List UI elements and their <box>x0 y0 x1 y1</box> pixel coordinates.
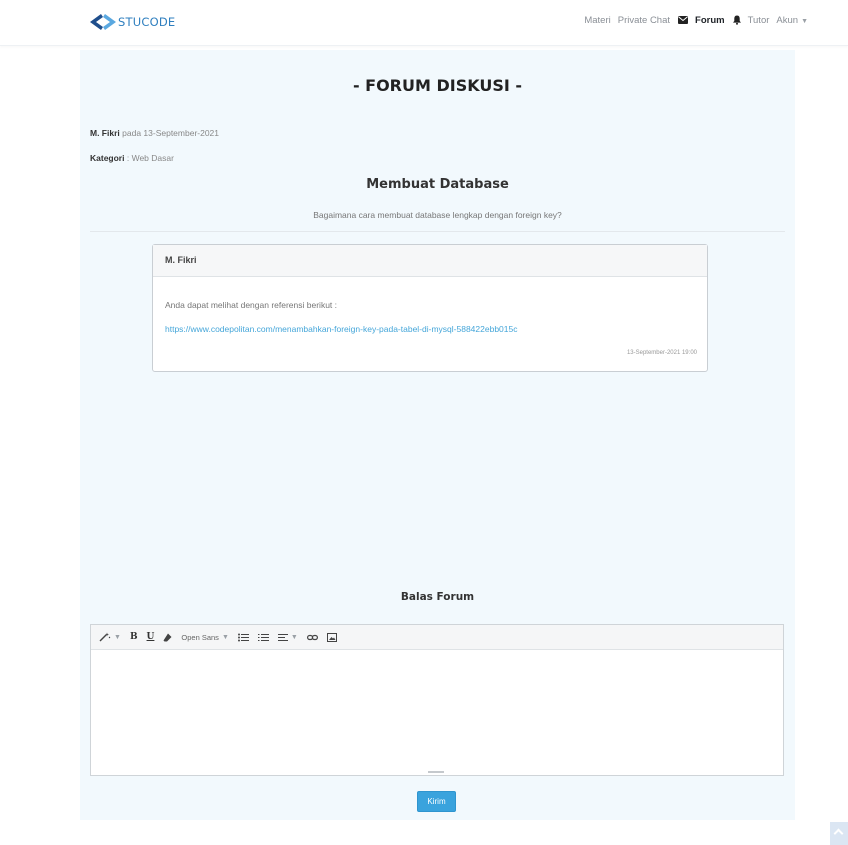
caret-down-icon: ▼ <box>290 633 298 641</box>
reply-card: M. Fikri Anda dapat melihat dengan refer… <box>152 244 708 372</box>
unordered-list-icon[interactable] <box>237 633 249 642</box>
thread-body: Bagaimana cara membuat database lengkap … <box>313 210 562 220</box>
caret-down-icon: ▼ <box>801 17 808 25</box>
nav-item-forum[interactable]: Forum <box>695 15 725 26</box>
image-icon[interactable] <box>326 632 337 642</box>
underline-button[interactable]: U <box>147 632 155 642</box>
bold-button[interactable]: B <box>130 632 138 642</box>
page-title: - FORUM DISKUSI - <box>352 76 523 95</box>
reply-form-title: Balas Forum <box>400 591 475 603</box>
thread-category: Kategori : Web Dasar <box>90 153 174 163</box>
thread-author: M. Fikri <box>90 128 120 138</box>
editor-resize-handle[interactable] <box>428 771 444 773</box>
brand-name: STUCODE <box>118 15 176 29</box>
nav-menu: Materi Private Chat Forum Tutor Akun ▼ <box>577 12 808 28</box>
bell-icon[interactable] <box>732 15 741 25</box>
scroll-to-top-button[interactable] <box>830 822 848 845</box>
font-select-value: Open Sans <box>181 632 219 642</box>
caret-down-icon: ▼ <box>221 633 229 641</box>
navbar: STUCODE Materi Private Chat Forum Tutor … <box>0 0 848 46</box>
link-icon[interactable] <box>306 634 318 641</box>
nav-item-private-chat[interactable]: Private Chat <box>618 15 670 26</box>
forum-panel: - FORUM DISKUSI - M. Fikri pada 13-Septe… <box>80 50 795 820</box>
divider <box>90 231 785 232</box>
envelope-icon[interactable] <box>678 16 689 24</box>
align-icon[interactable]: ▼ <box>277 633 298 642</box>
nav-item-materi[interactable]: Materi <box>584 15 610 26</box>
ordered-list-icon[interactable] <box>257 633 269 642</box>
font-select[interactable]: Open Sans ▼ <box>181 633 228 642</box>
magic-wand-icon[interactable]: ▼ <box>99 632 121 642</box>
reply-author: M. Fikri <box>153 245 707 277</box>
editor-toolbar: ▼ B U Open Sans ▼ ▼ <box>91 625 783 650</box>
caret-down-icon: ▼ <box>114 633 121 641</box>
thread-meta: M. Fikri pada 13-September-2021 <box>90 128 219 138</box>
nav-item-tutor[interactable]: Tutor <box>748 15 770 26</box>
reply-textarea[interactable] <box>91 650 783 772</box>
brand-logo[interactable]: STUCODE <box>90 10 175 34</box>
category-label: Kategori <box>90 153 125 163</box>
reply-text: Anda dapat melihat dengan referensi beri… <box>165 300 338 310</box>
eraser-icon[interactable] <box>163 633 172 642</box>
thread-date: pada 13-September-2021 <box>122 128 220 138</box>
nav-item-akun[interactable]: Akun ▼ <box>776 15 808 26</box>
reply-editor: ▼ B U Open Sans ▼ ▼ <box>90 624 784 776</box>
thread-title: Membuat Database <box>366 177 509 192</box>
reply-timestamp: 13-September-2021 19:00 <box>626 350 697 356</box>
reply-link[interactable]: https://www.codepolitan.com/menambahkan-… <box>165 324 517 334</box>
nav-item-akun-label: Akun <box>776 14 799 26</box>
category-value: : Web Dasar <box>126 153 174 163</box>
chevron-up-icon <box>833 828 844 839</box>
code-arrows-icon <box>90 14 116 30</box>
submit-button[interactable]: Kirim <box>417 791 456 812</box>
